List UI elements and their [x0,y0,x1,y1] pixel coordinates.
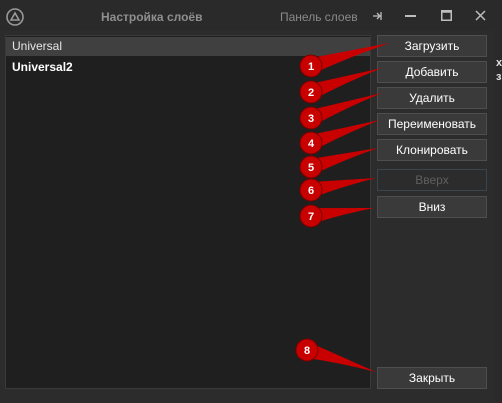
move-up-button[interactable]: Вверх [377,169,487,191]
clipped-text-fragment: з [496,71,502,83]
minimize-icon[interactable] [405,15,416,18]
title-bar: Настройка слоёв Панель слоев [0,0,495,31]
pin-icon[interactable] [372,11,384,21]
close-button[interactable]: Закрыть [377,367,487,389]
app-logo-icon [6,8,24,26]
move-down-button[interactable]: Вниз [377,196,487,218]
add-button[interactable]: Добавить [377,61,487,83]
load-button[interactable]: Загрузить [377,35,487,57]
layer-item-universal2[interactable]: Universal2 [6,58,370,77]
layer-list[interactable]: Universal Universal2 [5,35,371,389]
clone-button[interactable]: Клонировать [377,139,487,161]
tab-layers-panel[interactable]: Панель слоев [280,10,358,24]
close-icon[interactable] [475,10,486,21]
rename-button[interactable]: Переименовать [377,113,487,135]
layer-item-universal[interactable]: Universal [6,37,370,56]
clipped-text-fragment: х [496,57,502,69]
layer-settings-window: Настройка слоёв Панель слоев Universal U… [0,0,495,403]
maximize-icon[interactable] [441,10,452,21]
window-title: Настройка слоёв [101,10,203,24]
delete-button[interactable]: Удалить [377,87,487,109]
